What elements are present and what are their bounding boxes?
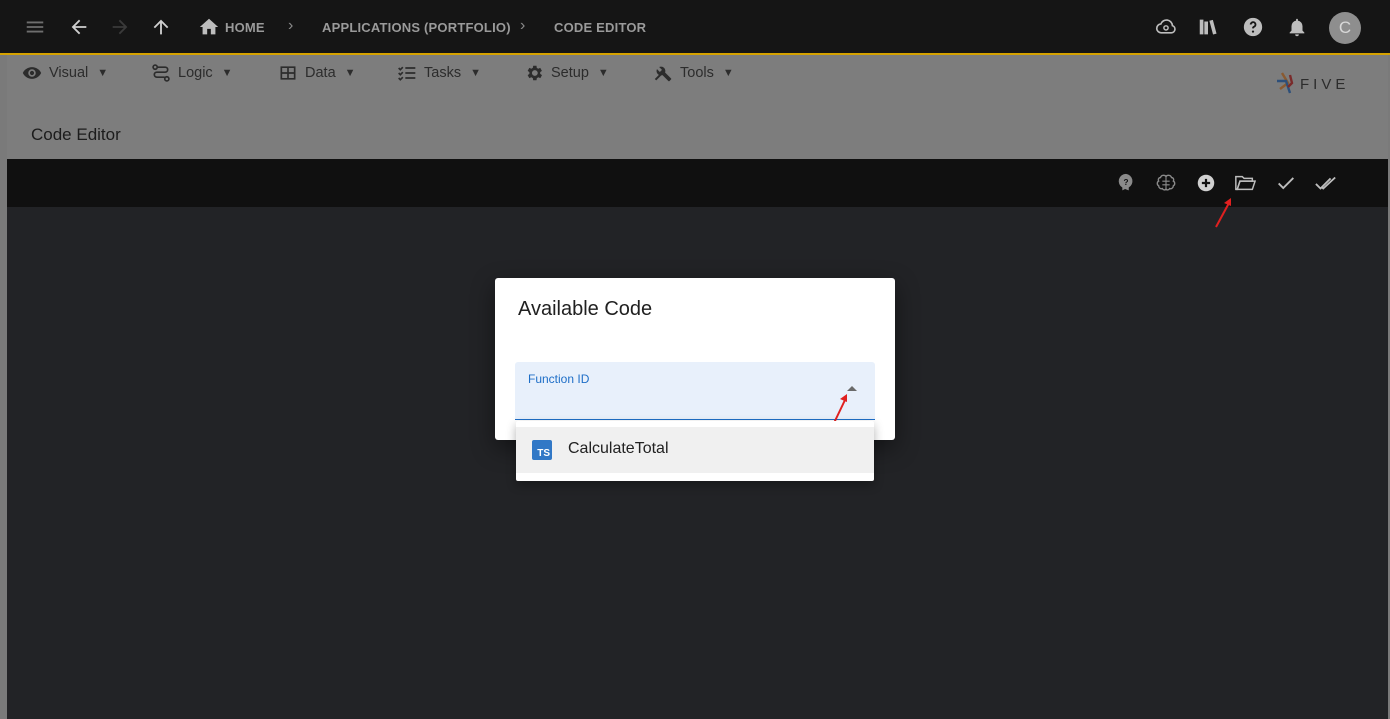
add-icon[interactable] (1194, 171, 1218, 195)
menu-setup[interactable]: Setup ▼ (524, 63, 609, 83)
tools-icon (654, 66, 672, 82)
function-id-select[interactable] (515, 362, 875, 420)
caret-down-icon: ▼ (97, 67, 109, 79)
editor-toolbar (7, 159, 1388, 207)
dialog-title: Available Code (518, 298, 653, 320)
caret-down-icon: ▼ (722, 67, 734, 79)
gear-icon (527, 65, 542, 81)
caret-down-icon: ▼ (221, 67, 233, 79)
caret-down-icon: ▼ (470, 67, 481, 79)
cloud-sync-icon[interactable] (1153, 14, 1179, 40)
user-avatar[interactable]: C (1329, 12, 1361, 44)
menu-tasks[interactable]: Tasks ▼ (397, 63, 481, 83)
breadcrumb-applications[interactable]: APPLICATIONS (PORTFOLIO) (322, 20, 511, 35)
page-title: Code Editor (31, 125, 121, 144)
chevron-right-icon: › (520, 17, 526, 34)
check-icon[interactable] (1274, 171, 1298, 195)
annotation-arrow (1215, 198, 1231, 228)
logo-wordmark: FIVE (1300, 76, 1349, 93)
breadcrumb-home[interactable]: HOME (225, 20, 265, 35)
up-arrow-icon[interactable] (148, 14, 174, 40)
hamburger-menu-icon[interactable] (22, 14, 48, 40)
caret-down-icon: ▼ (344, 67, 356, 79)
checklist-icon (398, 66, 416, 81)
eye-icon (22, 67, 42, 79)
menu-setup-label: Setup (551, 65, 589, 81)
typescript-file-icon: TS (532, 440, 552, 460)
flow-icon (152, 64, 170, 82)
svg-text:?: ? (1123, 178, 1128, 187)
chevron-right-icon: › (288, 17, 294, 34)
typescript-badge-label: TS (537, 448, 550, 459)
table-icon (280, 66, 296, 80)
menu-visual-label: Visual (49, 65, 89, 81)
function-id-label: Function ID (528, 372, 590, 386)
help-icon[interactable] (1240, 14, 1266, 40)
dropdown-arrow-up-icon[interactable] (847, 386, 857, 391)
menu-tasks-label: Tasks (424, 65, 462, 81)
help-icon[interactable]: ? (1114, 171, 1138, 195)
menu-tools[interactable]: Tools ▼ (653, 63, 734, 83)
back-arrow-icon[interactable] (66, 14, 92, 40)
menu-visual[interactable]: Visual ▼ (22, 63, 108, 83)
menu-data-label: Data (305, 65, 336, 81)
five-logo: FIVE (1276, 71, 1368, 97)
forward-arrow-icon[interactable] (107, 14, 133, 40)
home-icon[interactable] (196, 14, 222, 40)
library-icon[interactable] (1195, 14, 1221, 40)
open-folder-icon[interactable] (1233, 171, 1257, 195)
notifications-bell-icon[interactable] (1284, 14, 1310, 40)
breadcrumb-code-editor[interactable]: CODE EDITOR (554, 20, 646, 35)
page-header (7, 112, 1388, 159)
menu-logic[interactable]: Logic ▼ (151, 63, 233, 83)
left-frame (0, 55, 7, 719)
caret-down-icon: ▼ (597, 67, 609, 79)
menu-logic-label: Logic (178, 65, 213, 81)
menu-data[interactable]: Data ▼ (278, 63, 356, 83)
double-check-icon[interactable] (1314, 171, 1338, 195)
brain-icon[interactable] (1154, 171, 1178, 195)
menu-tools-label: Tools (680, 65, 714, 81)
dropdown-option-label: CalculateTotal (568, 440, 669, 457)
